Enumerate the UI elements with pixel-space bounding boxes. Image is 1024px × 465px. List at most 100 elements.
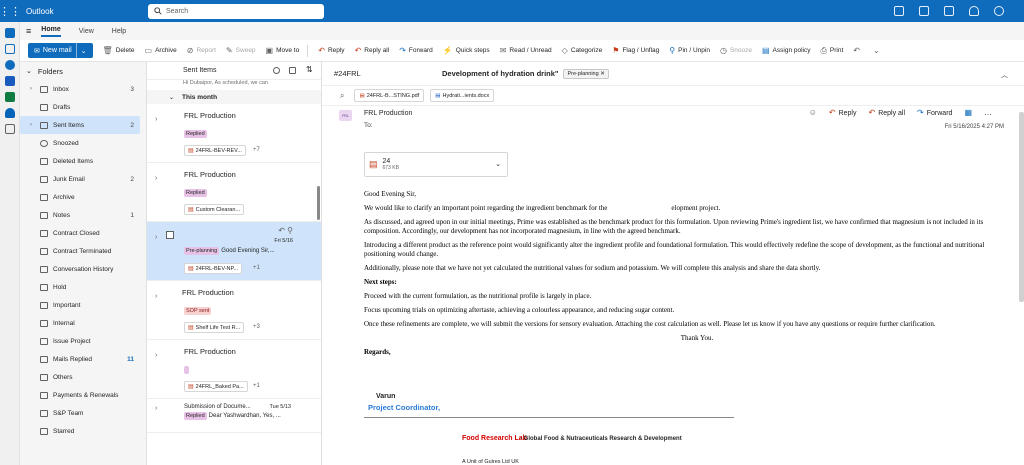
folder-issue-project[interactable]: Issue Project: [20, 332, 146, 350]
delete-button[interactable]: 🗑 Delete: [103, 46, 135, 55]
attachment-chip[interactable]: ▤ 24FRL-B...STING.pdf: [354, 89, 425, 102]
reply-button[interactable]: ↶ Reply: [318, 46, 344, 55]
list-item[interactable]: › FRL Production ▤ 24FRL_Baked Pa... +1: [147, 340, 321, 399]
search-box[interactable]: Search: [148, 3, 324, 19]
forward-button[interactable]: ↷ Forward: [399, 46, 433, 55]
app-launcher-icon[interactable]: ⋮⋮: [0, 0, 21, 22]
word-icon[interactable]: [5, 76, 15, 86]
list-item[interactable]: › FRL Production Replied ▤ Custom Clearan…: [147, 163, 321, 222]
tab-view[interactable]: View: [79, 28, 94, 35]
forward-button[interactable]: ↷ Forward: [917, 108, 952, 117]
tab-home[interactable]: Home: [41, 26, 61, 37]
attachment-chip[interactable]: ▤ 24FRL-BEV-REV...: [184, 145, 246, 156]
folder-internal[interactable]: Internal: [20, 314, 146, 332]
folder-hold[interactable]: Hold: [20, 278, 146, 296]
folder-starred[interactable]: Starred: [20, 422, 146, 440]
hamburger-icon[interactable]: ≡: [26, 26, 31, 36]
folders-header[interactable]: ⌄ Folders: [20, 62, 146, 80]
folder-archive[interactable]: Archive: [20, 188, 146, 206]
quick-steps-button[interactable]: ⚡ Quick steps: [443, 46, 490, 55]
list-scrollbar[interactable]: [317, 186, 320, 220]
folder-deleted-items[interactable]: Deleted Items: [20, 152, 146, 170]
chevron-right-icon[interactable]: ›: [155, 116, 157, 123]
whats-new-icon[interactable]: [944, 6, 954, 16]
filter-icon[interactable]: [289, 67, 296, 74]
folder-conversation-history[interactable]: Conversation History: [20, 260, 146, 278]
report-button[interactable]: ⊘ Report: [187, 46, 216, 55]
body-attachment[interactable]: ▤ 24 673 KB ⌄: [364, 152, 508, 177]
flag-button[interactable]: ⚑ Flag / Unflag: [612, 46, 659, 55]
pin-button[interactable]: ⚲ Pin / Unpin: [669, 46, 710, 55]
mail-icon[interactable]: [5, 28, 15, 38]
folder-contract-closed[interactable]: Contract Closed: [20, 224, 146, 242]
folder-inbox[interactable]: › Inbox 3: [20, 80, 146, 98]
meet-now-icon[interactable]: [894, 6, 904, 16]
apps-icon[interactable]: ▦: [964, 108, 972, 117]
move-to-button[interactable]: ▣ Move to: [266, 46, 300, 55]
categorize-button[interactable]: ◇ Categorize: [562, 46, 603, 55]
reply-button[interactable]: ↶ Reply: [829, 108, 857, 117]
reply-icon[interactable]: ↶ ⚲: [278, 226, 293, 235]
folder-sent-items[interactable]: › Sent Items 2: [20, 116, 140, 134]
list-item[interactable]: › FRL Production Replied ▤ 24FRL-BEV-REV.…: [147, 104, 321, 163]
chevron-right-icon[interactable]: ›: [155, 405, 157, 412]
notifications-icon[interactable]: [969, 6, 979, 16]
more-options-button[interactable]: ⌄: [873, 46, 883, 55]
select-mode-icon[interactable]: [273, 67, 280, 74]
folder-others[interactable]: Others: [20, 368, 146, 386]
snooze-button[interactable]: ◷ Snooze: [720, 46, 752, 55]
chevron-down-icon[interactable]: ⌄: [81, 47, 87, 55]
calendar-icon[interactable]: [5, 44, 15, 54]
list-item[interactable]: › Submission of Docume... Tue 5/13 Repli…: [147, 399, 321, 433]
list-item-selected[interactable]: › ↶ ⚲ Fri 5/16 Pre-planning Good Evening …: [147, 222, 321, 281]
chevron-right-icon[interactable]: ›: [155, 352, 157, 359]
chevron-right-icon[interactable]: ›: [155, 234, 157, 241]
avatar[interactable]: FRL: [339, 110, 352, 121]
folder-snoozed[interactable]: Snoozed: [20, 134, 146, 152]
sweep-button[interactable]: ✎ Sweep: [226, 46, 256, 55]
onedrive-icon[interactable]: [5, 108, 15, 118]
chevron-right-icon[interactable]: ›: [30, 86, 32, 92]
chevron-right-icon[interactable]: ›: [155, 293, 157, 300]
folder-sp-team[interactable]: S&P Team: [20, 404, 146, 422]
folder-mails-replied[interactable]: Mails Replied 11: [20, 350, 146, 368]
sort-icon[interactable]: ⇅: [306, 65, 313, 74]
print-button[interactable]: ⎙ Print: [820, 46, 843, 56]
folder-contract-terminated[interactable]: Contract Terminated: [20, 242, 146, 260]
select-checkbox[interactable]: [166, 231, 174, 239]
people-icon[interactable]: [5, 60, 15, 70]
teams-icon[interactable]: [919, 6, 929, 16]
sender-name[interactable]: FRL Production: [364, 110, 412, 117]
attachment-chip[interactable]: ▤ Custom Clearan...: [184, 204, 244, 215]
reply-all-button[interactable]: ↶ Reply all: [868, 108, 905, 117]
folder-notes[interactable]: Notes 1: [20, 206, 146, 224]
settings-icon[interactable]: [994, 6, 1004, 16]
folder-important[interactable]: Important: [20, 296, 146, 314]
more-apps-icon[interactable]: [5, 124, 15, 134]
folder-payments-renewals[interactable]: Payments & Renewals: [20, 386, 146, 404]
close-icon[interactable]: ✕: [600, 71, 605, 77]
archive-button[interactable]: ▭ Archive: [145, 46, 177, 55]
tab-help[interactable]: Help: [112, 28, 126, 35]
chevron-up-icon[interactable]: ︿: [1001, 70, 1008, 80]
chevron-down-icon[interactable]: ⌄: [495, 160, 501, 168]
category-chip[interactable]: Pre-planning ✕: [563, 68, 609, 79]
assign-policy-button[interactable]: ▤ Assign policy: [762, 46, 811, 55]
attachment-chip[interactable]: ▤ 24FRL_Baked Pa...: [184, 381, 248, 392]
chevron-right-icon[interactable]: ›: [30, 122, 32, 128]
emoji-reaction-icon[interactable]: ☺: [809, 108, 817, 117]
reply-all-button[interactable]: ↶ Reply all: [355, 46, 390, 55]
attachment-chip[interactable]: ▤ Hydrati...ients.docx: [430, 89, 495, 102]
folder-drafts[interactable]: Drafts: [20, 98, 146, 116]
folder-junk-email[interactable]: Junk Email 2: [20, 170, 146, 188]
excel-icon[interactable]: [5, 92, 15, 102]
attachment-chip[interactable]: ▤ Shelf Life Test R...: [184, 322, 245, 333]
undo-button[interactable]: ↶: [853, 46, 863, 55]
more-icon[interactable]: …: [984, 108, 992, 117]
group-header[interactable]: ⌄ This month: [147, 90, 321, 104]
attachment-chip[interactable]: ▤ 24FRL-BEV-NP...: [184, 263, 243, 274]
list-item[interactable]: › FRL Production SOP sent ▤ Shelf Life Te…: [147, 281, 321, 340]
chevron-right-icon[interactable]: ›: [155, 175, 157, 182]
new-mail-button[interactable]: ✉ New mail ⌄: [28, 43, 93, 58]
reading-scrollbar[interactable]: [1019, 112, 1024, 302]
